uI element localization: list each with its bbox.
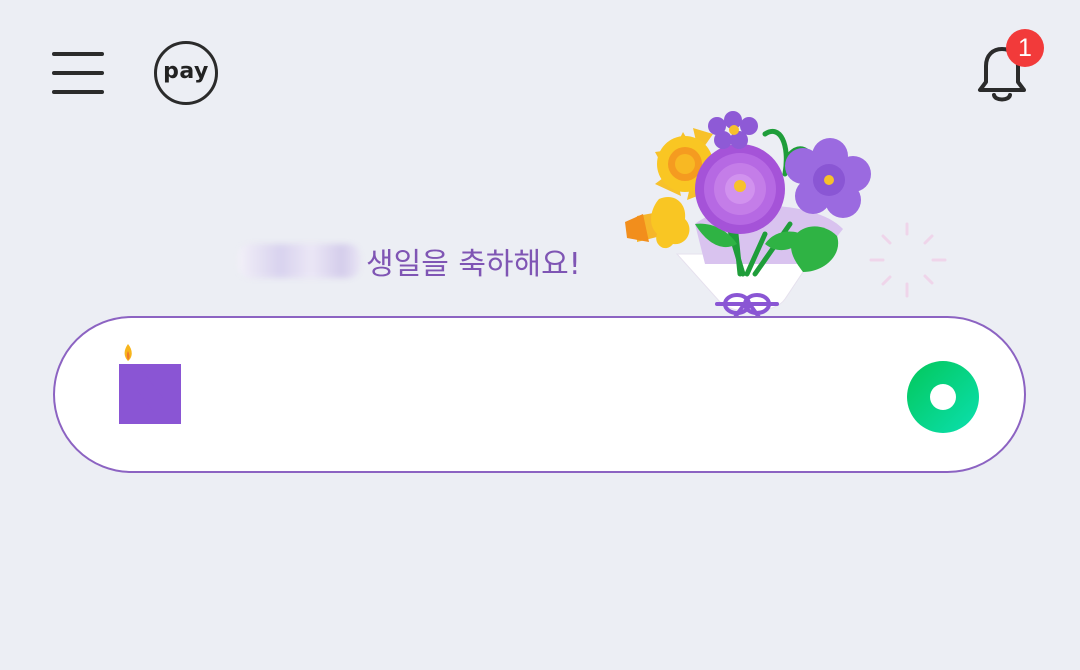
pay-button[interactable]: pay [154, 41, 218, 105]
notification-badge: 1 [1006, 29, 1044, 67]
menu-bar [52, 52, 104, 56]
menu-bar [52, 90, 104, 94]
menu-bar [52, 71, 104, 75]
greeting-text: 생일을 축하해요! [366, 247, 581, 282]
pay-label: pay [163, 59, 209, 84]
sparkle-icon [869, 222, 947, 298]
search-input[interactable] [210, 362, 874, 428]
birthday-greeting: 생일을 축하해요! [238, 236, 581, 286]
redacted-name [238, 244, 360, 278]
green-circle-icon[interactable] [905, 359, 981, 435]
naver-n-birthday-candle-icon[interactable] [115, 338, 185, 428]
menu-button[interactable] [50, 50, 108, 98]
birthday-bouquet-illustration[interactable] [615, 104, 955, 324]
dahlia-flower [695, 144, 785, 234]
